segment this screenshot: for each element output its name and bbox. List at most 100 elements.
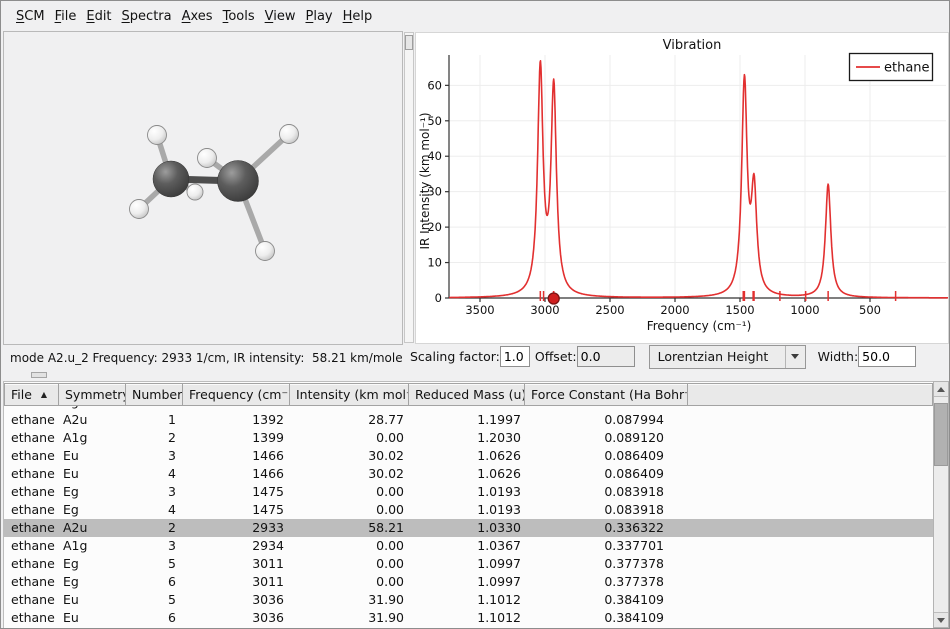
table-row[interactable]: ethaneEg530110.001.09970.377378 — [4, 555, 933, 573]
x-tick-label: 3500 — [465, 303, 494, 317]
chart-title: Vibration — [663, 38, 722, 53]
x-tick-label: 1000 — [790, 303, 819, 317]
cell: 2 — [127, 519, 185, 537]
column-header-file[interactable]: File▲ — [4, 383, 59, 406]
cell: 3036 — [185, 609, 293, 627]
chart-scrollbar-handle[interactable] — [405, 35, 413, 50]
column-header-force[interactable]: Force Constant (Ha Bohr⁻²) — [524, 383, 688, 406]
scroll-up-button[interactable] — [934, 382, 948, 397]
width-input[interactable] — [858, 346, 916, 367]
table-row[interactable]: ethaneA1g329340.001.03670.337701 — [4, 537, 933, 555]
cell: 3 — [127, 537, 185, 555]
menu-item-tools[interactable]: Tools — [218, 5, 260, 28]
table-row[interactable]: ethaneEg314750.001.01930.083918 — [4, 483, 933, 501]
cell: 3011 — [185, 573, 293, 591]
table-row[interactable]: ethaneA2u1139228.771.19970.087994 — [4, 411, 933, 429]
menu-item-help[interactable]: Help — [338, 5, 378, 28]
hydrogen-atom — [198, 149, 217, 168]
cell: 1 — [127, 411, 185, 429]
menu-bar: SCMFileEditSpectraAxesToolsViewPlayHelp — [1, 1, 949, 31]
table-vertical-scrollbar[interactable] — [933, 381, 949, 628]
cell: 1.2030 — [413, 429, 530, 447]
mode-status-text: mode A2.u_2 Frequency: 2933 1/cm, IR int… — [3, 347, 410, 369]
cell: 0.089120 — [530, 429, 694, 447]
cell: ethane — [4, 609, 59, 627]
hydrogen-atom — [148, 126, 167, 145]
cell: 1475 — [185, 501, 293, 519]
cell: 0.377378 — [530, 555, 694, 573]
column-header-intensity[interactable]: Intensity (km mol⁻¹) — [289, 383, 409, 406]
cell: 0.384109 — [530, 609, 694, 627]
cell: 0.00 — [293, 501, 413, 519]
y-axis-label: IR Intensity (km mol⁻¹) — [418, 112, 432, 249]
molecule-viewport[interactable] — [3, 31, 403, 345]
cell: 0.00 — [293, 537, 413, 555]
menu-item-axes[interactable]: Axes — [177, 5, 218, 28]
cell: ethane — [4, 573, 59, 591]
table-row[interactable]: ethaneA1g213990.001.20300.089120 — [4, 429, 933, 447]
table-scrollbar-thumb[interactable] — [934, 403, 948, 466]
cell: 2934 — [185, 537, 293, 555]
lineshape-dropdown[interactable]: Lorentzian Height — [649, 345, 806, 369]
column-header-number[interactable]: Number — [125, 383, 183, 406]
cell: 0.00 — [293, 483, 413, 501]
table-row[interactable]: ethaneEu4146630.021.06260.086409 — [4, 465, 933, 483]
y-tick-label: 0 — [435, 291, 442, 305]
scaling-factor-input[interactable] — [500, 346, 530, 367]
cell: Eg — [59, 501, 127, 519]
menu-item-scm[interactable]: SCM — [11, 5, 50, 28]
table-row[interactable]: ethaneEu3146630.021.06260.086409 — [4, 447, 933, 465]
cell: 0.337701 — [530, 537, 694, 555]
menu-item-edit[interactable]: Edit — [81, 5, 116, 28]
carbon-atom — [218, 161, 259, 202]
x-tick-label: 500 — [859, 303, 881, 317]
menu-item-play[interactable]: Play — [300, 5, 337, 28]
splitter-handle[interactable] — [31, 372, 47, 378]
cell: 1.0626 — [413, 447, 530, 465]
y-tick-label: 10 — [427, 256, 442, 270]
column-header-frequency[interactable]: Frequency (cm⁻¹) — [182, 383, 290, 406]
cell: 1392 — [185, 411, 293, 429]
table-row[interactable]: ethaneEu5303631.901.10120.384109 — [4, 591, 933, 609]
cell: ethane — [4, 555, 59, 573]
scroll-down-button[interactable] — [934, 612, 948, 627]
menu-item-spectra[interactable]: Spectra — [117, 5, 177, 28]
offset-input[interactable] — [577, 346, 635, 367]
cell: 0.00 — [293, 555, 413, 573]
column-header-symmetry[interactable]: Symmetry — [58, 383, 126, 406]
cell: 6 — [127, 573, 185, 591]
cell: 0.336322 — [530, 519, 694, 537]
column-header-reduced[interactable]: Reduced Mass (u) — [408, 383, 525, 406]
cell: Eu — [59, 447, 127, 465]
table-row[interactable]: ethaneEu6303631.901.10120.384109 — [4, 609, 933, 627]
selected-mode-marker[interactable] — [548, 293, 559, 304]
cell: 30.02 — [293, 447, 413, 465]
cell: A1g — [59, 537, 127, 555]
spectrum-chart[interactable]: 3500300025002000150010005000102030405060… — [415, 32, 949, 344]
column-header-filler — [687, 383, 933, 406]
lineshape-selected-value: Lorentzian Height — [650, 349, 785, 364]
cell: 0.384109 — [530, 591, 694, 609]
hydrogen-atom — [280, 125, 299, 144]
table-row[interactable]: ethaneEg630110.001.09970.377378 — [4, 573, 933, 591]
carbon-atom — [153, 161, 189, 197]
menu-item-view[interactable]: View — [260, 5, 301, 28]
table-row[interactable]: ethaneEg414750.001.01930.083918 — [4, 501, 933, 519]
legend-label: ethane — [884, 61, 930, 76]
cell: 1475 — [185, 483, 293, 501]
table-header-row: File▲SymmetryNumberFrequency (cm⁻¹)Inten… — [4, 383, 933, 406]
sort-asc-icon: ▲ — [41, 390, 47, 399]
cell: 0.086409 — [530, 447, 694, 465]
cell: 1.0367 — [413, 537, 530, 555]
cell: Eg — [59, 573, 127, 591]
menu-item-file[interactable]: File — [50, 5, 82, 28]
cell: 3011 — [185, 555, 293, 573]
hydrogen-atom — [187, 184, 203, 200]
chart-vertical-scrollbar[interactable] — [404, 32, 414, 343]
up-arrow-icon — [937, 387, 945, 392]
cell: 4 — [127, 465, 185, 483]
cell: 0.083918 — [530, 501, 694, 519]
cell: A1g — [59, 429, 127, 447]
cell: A2u — [59, 411, 127, 429]
table-row[interactable]: ethaneA2u2293358.211.03300.336322 — [4, 519, 933, 537]
